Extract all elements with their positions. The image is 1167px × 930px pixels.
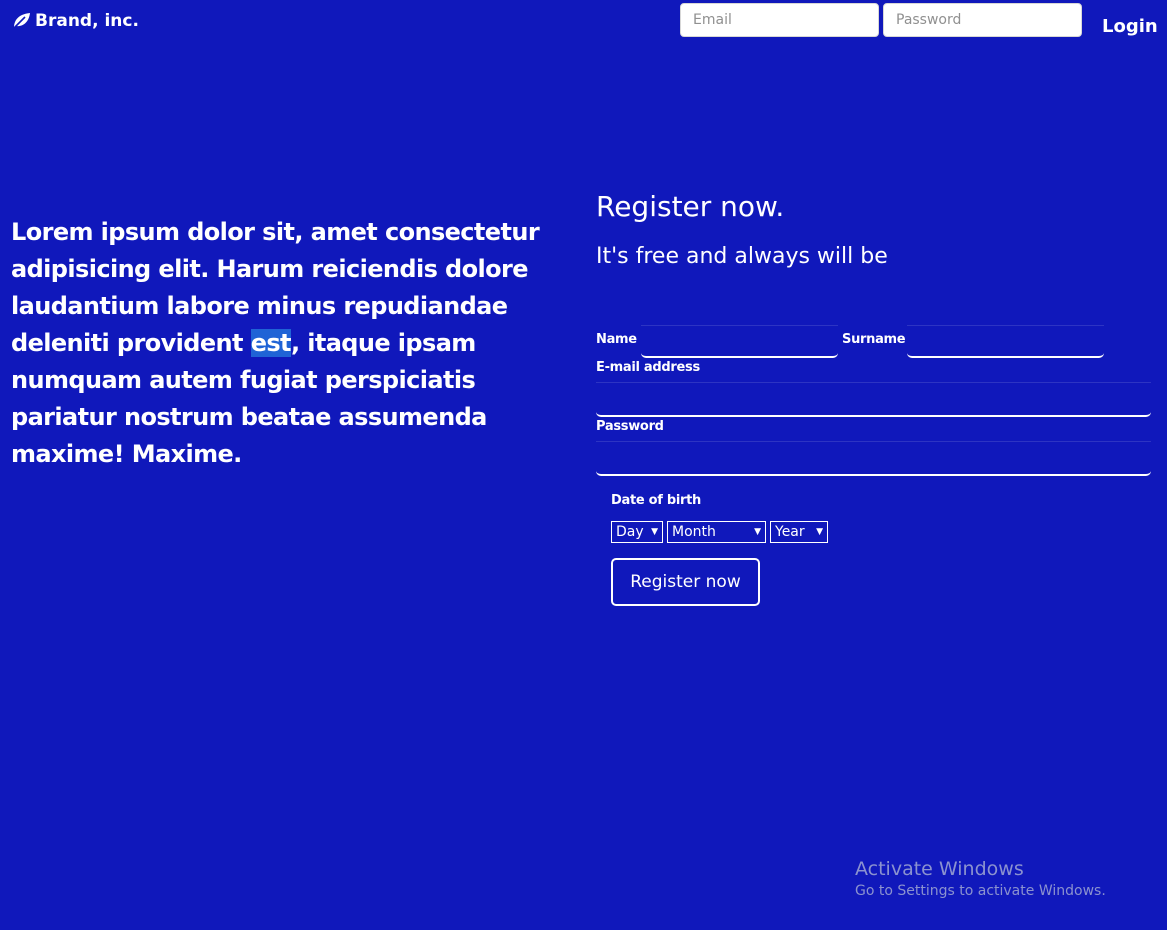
chevron-down-icon: ▼ xyxy=(754,527,761,537)
dob-label: Date of birth xyxy=(611,493,701,508)
surname-label: Surname xyxy=(842,332,906,347)
name-label: Name xyxy=(596,332,637,347)
month-select-value: Month xyxy=(672,524,716,540)
intro-text-selection: est xyxy=(250,329,292,357)
password-label: Password xyxy=(596,419,664,434)
year-select-value: Year xyxy=(775,524,805,540)
register-title: Register now. xyxy=(596,190,785,223)
register-subtitle: It's free and always will be xyxy=(596,244,888,269)
register-password-input[interactable] xyxy=(596,441,1151,476)
chevron-down-icon: ▼ xyxy=(651,527,658,537)
brand-logo[interactable]: Brand, inc. xyxy=(11,11,139,31)
activate-windows-title: Activate Windows xyxy=(855,858,1024,880)
year-select[interactable]: Year ▼ xyxy=(770,521,828,543)
surname-input[interactable] xyxy=(907,325,1104,358)
register-button[interactable]: Register now xyxy=(611,558,760,606)
login-email-input[interactable] xyxy=(680,3,879,37)
chevron-down-icon: ▼ xyxy=(816,527,823,537)
brand-name: Brand, inc. xyxy=(35,11,139,31)
intro-paragraph: Lorem ipsum dolor sit, amet consectetur … xyxy=(11,214,551,473)
day-select-value: Day xyxy=(616,524,644,540)
email-label: E-mail address xyxy=(596,360,700,375)
login-password-input[interactable] xyxy=(883,3,1082,37)
login-button[interactable]: Login xyxy=(1102,16,1158,37)
month-select[interactable]: Month ▼ xyxy=(667,521,766,543)
activate-windows-subtitle: Go to Settings to activate Windows. xyxy=(855,883,1106,899)
leaf-icon xyxy=(11,12,31,30)
name-input[interactable] xyxy=(641,325,838,358)
day-select[interactable]: Day ▼ xyxy=(611,521,663,543)
register-email-input[interactable] xyxy=(596,382,1151,417)
